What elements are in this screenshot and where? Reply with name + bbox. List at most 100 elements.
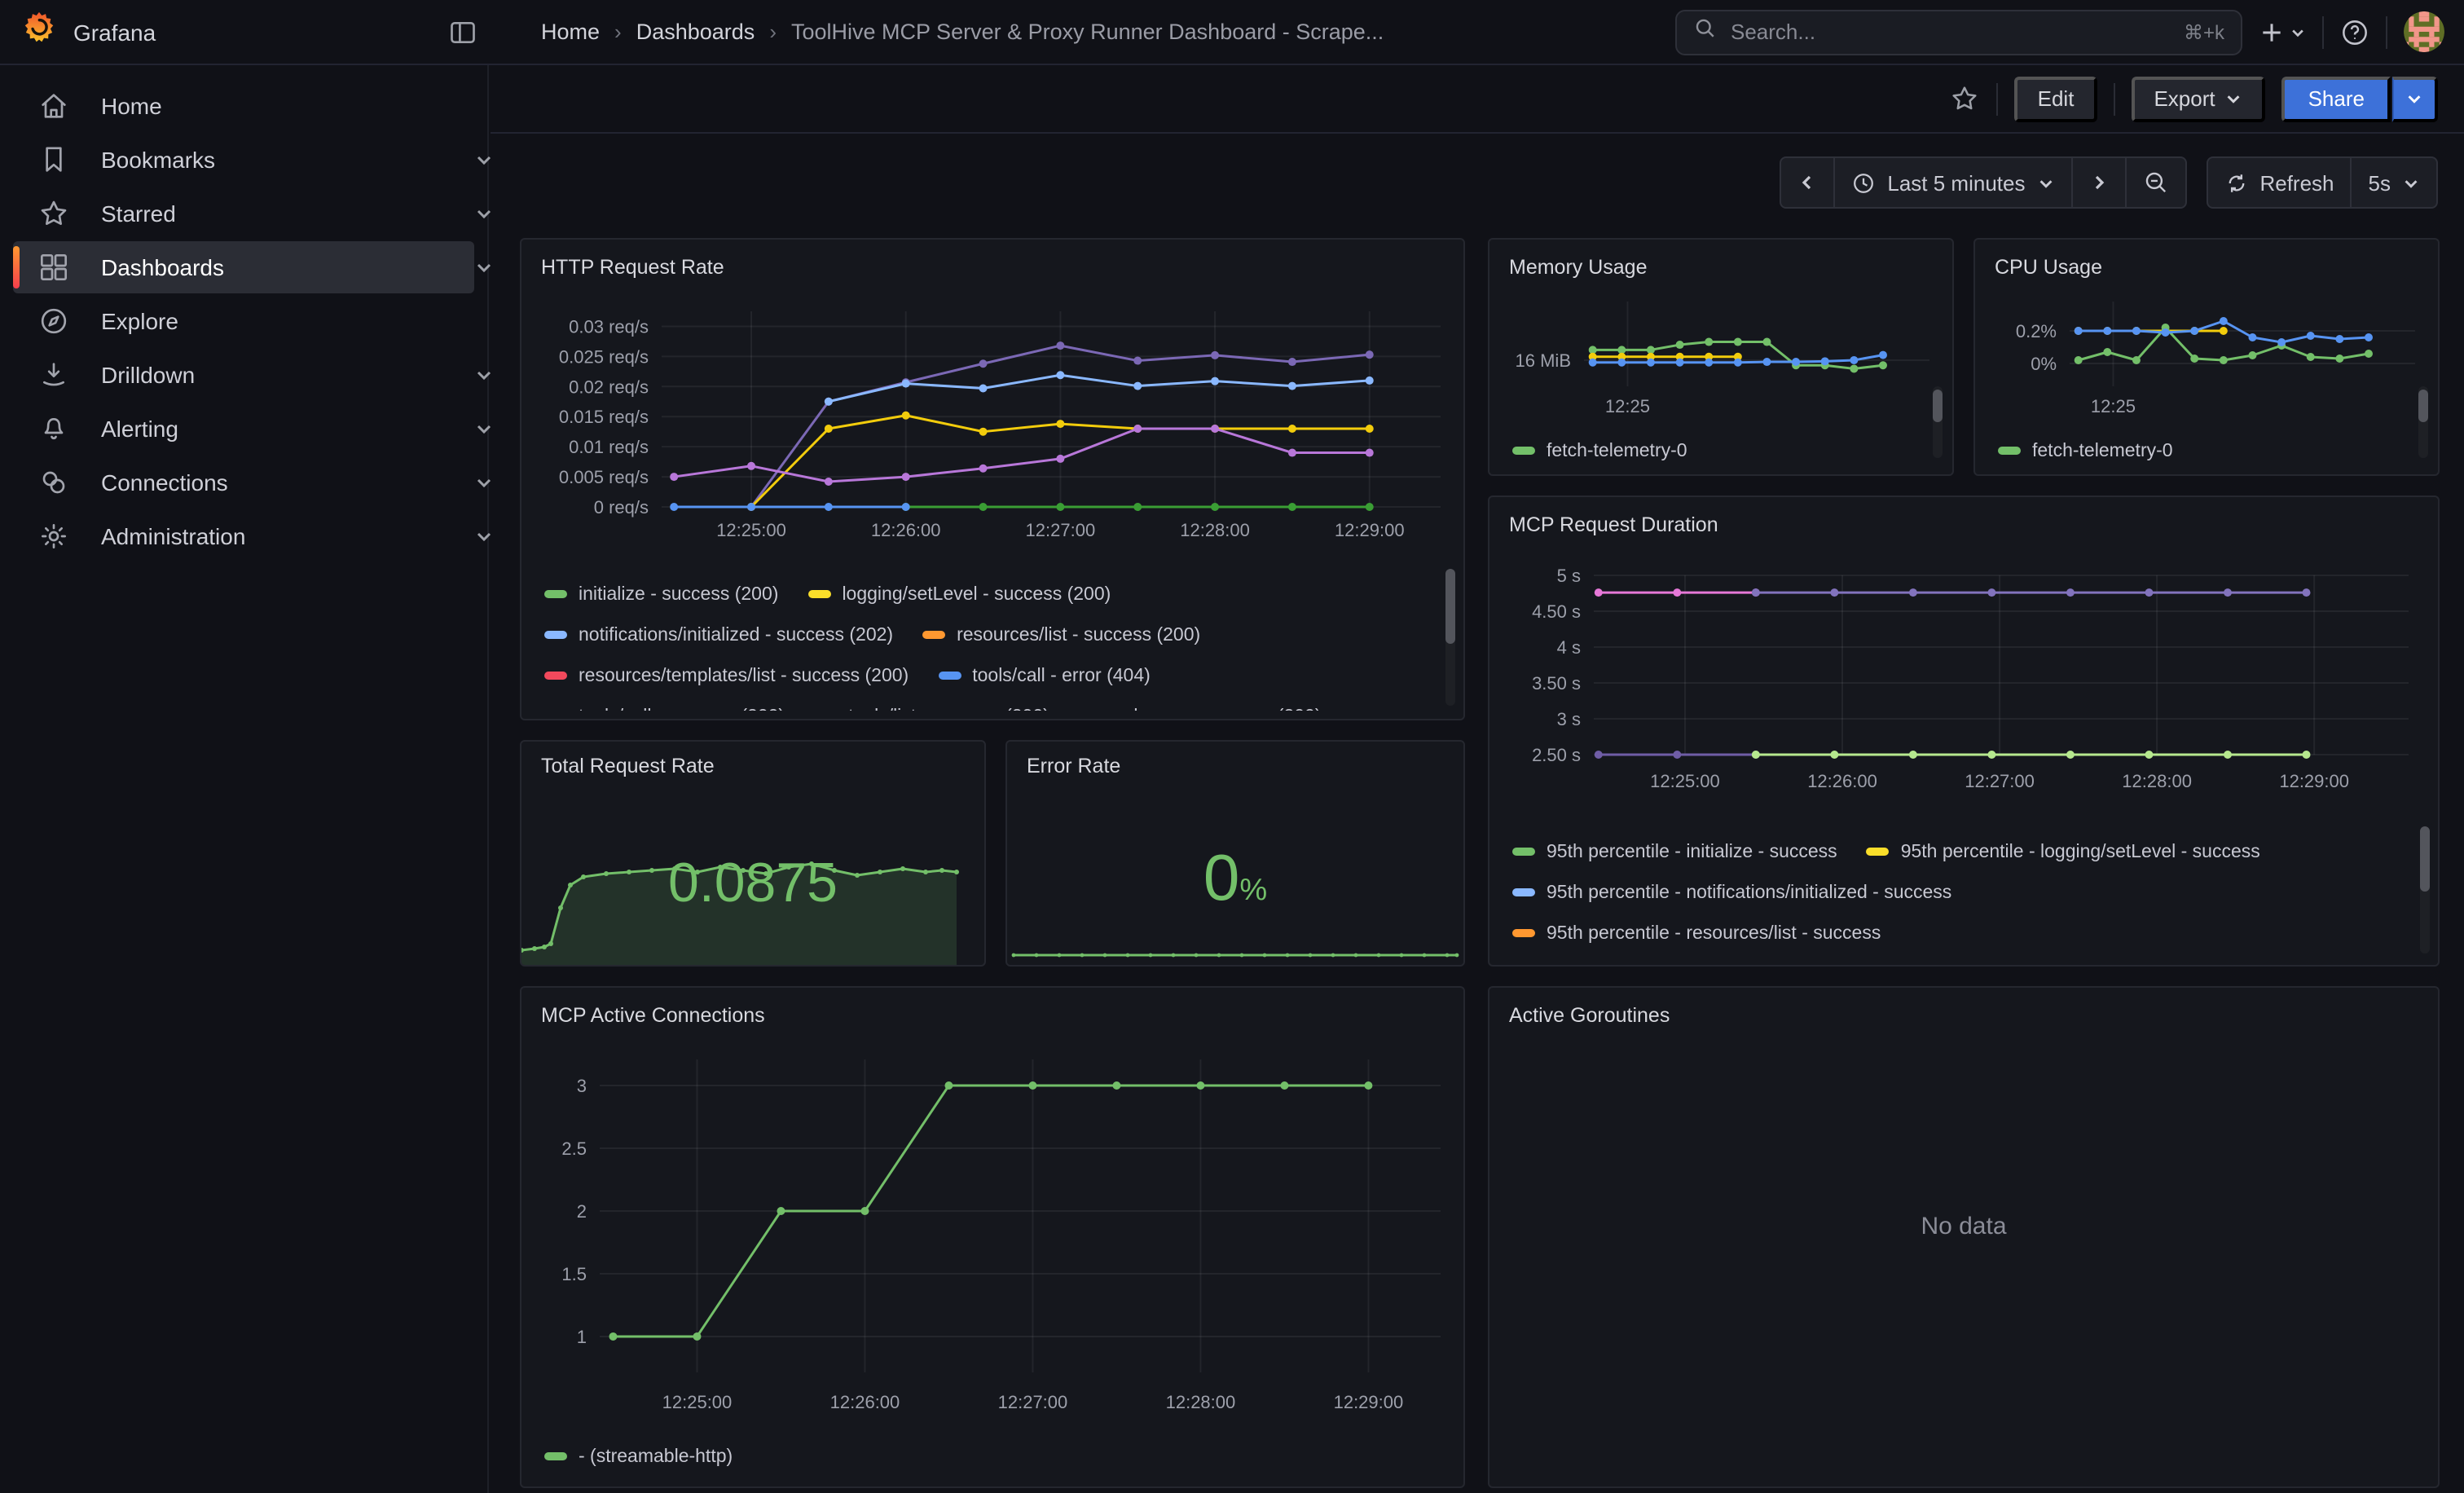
panel-title[interactable]: CPU Usage [1988, 253, 2425, 288]
chevron-down-icon [2036, 174, 2054, 192]
svg-text:3: 3 [577, 1076, 587, 1096]
search-shortcut: ⌘+k [2184, 20, 2224, 43]
legend-item[interactable]: fetch-telemetry-0 [1512, 441, 1687, 460]
export-button[interactable]: Export [2131, 76, 2265, 121]
conn-legend: - (streamable-http) [535, 1436, 1450, 1478]
duration-legend: 95th percentile - initialize - success 95… [1503, 831, 2425, 958]
legend-item[interactable]: logging/setLevel - success (200) [807, 584, 1111, 604]
avatar[interactable] [2404, 11, 2444, 52]
panel-title[interactable]: Memory Usage [1503, 253, 1939, 288]
http-request-rate-chart[interactable]: 0 req/s0.005 req/s0.01 req/s0.015 req/s0… [535, 288, 1454, 562]
svg-text:12:27:00: 12:27:00 [1026, 520, 1096, 540]
panel-title[interactable]: MCP Request Duration [1503, 510, 2425, 546]
sidebar-item-connections[interactable]: Connections [13, 456, 474, 509]
sidebar-item-drilldown[interactable]: Drilldown [13, 349, 474, 401]
legend-item[interactable]: fetch-telemetry-0 [1998, 441, 2173, 460]
time-back-button[interactable] [1781, 158, 1833, 207]
legend-label: logging/setLevel - success (200) [842, 584, 1111, 604]
legend-item[interactable]: notifications/initialized - success (202… [544, 625, 893, 645]
sidebar-item-label: Administration [101, 523, 245, 549]
sidebar-item-dashboards[interactable]: Dashboards [13, 241, 474, 293]
svg-text:4 s: 4 s [1557, 637, 1581, 658]
legend-item[interactable]: tools/call - success (200) [544, 707, 785, 711]
sidebar-item-administration[interactable]: Administration [13, 510, 474, 562]
legend-item[interactable]: tools/call - error (404) [938, 666, 1151, 685]
breadcrumb-item[interactable]: Dashboards [636, 20, 755, 44]
edit-button[interactable]: Edit [2015, 76, 2097, 121]
sidebar-item-home[interactable]: Home [13, 80, 474, 132]
search-icon [1693, 15, 1718, 48]
add-button[interactable] [2259, 19, 2306, 45]
legend-item[interactable]: initialize - success (200) [544, 584, 778, 604]
dashboard-content: Last 5 minutes [491, 135, 2464, 1493]
zoom-out-button[interactable] [2124, 158, 2185, 207]
legend-label: unknown - success (200) [1113, 707, 1322, 711]
star-icon[interactable] [1950, 83, 1981, 114]
panel-title[interactable]: Error Rate [1027, 755, 1120, 777]
legend-swatch [1512, 447, 1535, 455]
breadcrumb-item[interactable]: Home [541, 20, 600, 44]
bell-icon [37, 412, 70, 445]
share-button[interactable]: Share [2282, 76, 2391, 121]
legend-scrollbar[interactable] [2420, 826, 2430, 953]
time-range-picker[interactable]: Last 5 minutes [1833, 158, 2070, 207]
svg-text:3 s: 3 s [1557, 709, 1581, 729]
legend-swatch [544, 672, 567, 680]
panel-title[interactable]: MCP Active Connections [535, 1001, 1450, 1037]
panel-total-request-rate: Total Request Rate 0.0875 [520, 740, 986, 967]
refresh-button[interactable]: Refresh [2207, 158, 2350, 207]
time-forward-button[interactable] [2070, 158, 2124, 207]
svg-text:12:26:00: 12:26:00 [1807, 771, 1877, 791]
legend-item[interactable]: tools/list - success (200) [814, 707, 1049, 711]
mcp-request-duration-chart[interactable]: 5 s4.50 s4 s3.50 s3 s2.50 s12:25:0012:26… [1503, 546, 2428, 820]
legend-swatch [807, 591, 830, 598]
legend-item[interactable]: resources/templates/list - success (200) [544, 666, 909, 685]
legend-item[interactable]: 95th percentile - logging/setLevel - suc… [1867, 842, 2260, 861]
panel-title[interactable]: Total Request Rate [541, 755, 715, 777]
legend-item[interactable]: resources/list - success (200) [922, 625, 1200, 645]
refresh-interval-picker[interactable]: 5s [2351, 158, 2436, 207]
help-button[interactable] [2340, 17, 2369, 46]
zoom-out-icon [2142, 170, 2168, 196]
legend-label: 95th percentile - resources/list - succe… [1547, 923, 1881, 943]
sidebar-item-label: Alerting [101, 416, 178, 442]
memory-legend: fetch-telemetry-0 [1503, 430, 1939, 469]
legend-label: 95th percentile - initialize - success [1547, 842, 1837, 861]
drilldown-icon [37, 359, 70, 391]
legend-scrollbar[interactable] [2418, 386, 2428, 458]
sidebar-item-label: Connections [101, 469, 228, 495]
legend-item[interactable]: 95th percentile - notifications/initiali… [1512, 883, 1951, 902]
star-icon [37, 197, 70, 230]
dock-sidebar-icon[interactable] [443, 15, 482, 51]
panel-title[interactable]: HTTP Request Rate [535, 253, 1450, 288]
mcp-active-connections-chart[interactable]: 11.522.5312:25:0012:26:0012:27:0012:28:0… [535, 1037, 1454, 1428]
share-menu-button[interactable] [2392, 76, 2438, 121]
sidebar-item-alerting[interactable]: Alerting [13, 403, 474, 455]
divider [2322, 15, 2324, 48]
svg-text:0.03 req/s: 0.03 req/s [569, 316, 649, 337]
panel-mcp-active-connections: MCP Active Connections 11.522.5312:25:00… [520, 986, 1465, 1488]
legend-item[interactable]: - (streamable-http) [544, 1447, 733, 1466]
cpu-usage-chart[interactable]: 0.2%0%12:25 [1988, 288, 2428, 422]
sidebar-item-explore[interactable]: Explore [13, 295, 474, 347]
svg-text:2.50 s: 2.50 s [1532, 745, 1581, 765]
sidebar-item-starred[interactable]: Starred [13, 187, 474, 240]
brand[interactable]: Grafana [0, 10, 407, 54]
panel-mcp-request-duration: MCP Request Duration 5 s4.50 s4 s3.50 s3… [1488, 495, 2440, 967]
panel-title[interactable]: Active Goroutines [1503, 1001, 2425, 1037]
legend-item[interactable]: unknown - success (200) [1079, 707, 1322, 711]
sidebar-item-bookmarks[interactable]: Bookmarks [13, 134, 474, 186]
svg-text:2.5: 2.5 [561, 1138, 587, 1159]
memory-usage-chart[interactable]: 16 MiB12:25 [1503, 288, 1943, 422]
top-bar: Grafana Home›Dashboards›ToolHive MCP Ser… [0, 0, 2464, 65]
http-legend: initialize - success (200) logging/setLev… [535, 574, 1450, 711]
sidebar: HomeBookmarksStarredDashboardsExploreDri… [0, 65, 489, 1493]
legend-scrollbar[interactable] [1445, 569, 1455, 706]
search-field[interactable] [1731, 20, 2171, 44]
legend-item[interactable]: 95th percentile - resources/list - succe… [1512, 923, 1881, 943]
legend-item[interactable]: 95th percentile - initialize - success [1512, 842, 1837, 861]
svg-text:12:26:00: 12:26:00 [871, 520, 941, 540]
svg-text:3.50 s: 3.50 s [1532, 673, 1581, 694]
legend-scrollbar[interactable] [1933, 386, 1943, 458]
search-input[interactable]: ⌘+k [1675, 9, 2242, 55]
